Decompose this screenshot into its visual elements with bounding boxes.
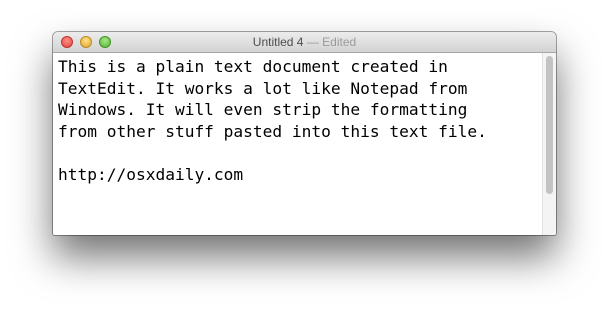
document-text-area[interactable]: This is a plain text document created in… bbox=[53, 53, 542, 235]
document-text[interactable]: This is a plain text document created in… bbox=[58, 56, 538, 185]
document-name: Untitled 4 bbox=[252, 35, 304, 49]
text-line-4: from other stuff pasted into this text f… bbox=[58, 121, 487, 141]
vertical-scrollbar[interactable] bbox=[542, 53, 556, 235]
text-line-5 bbox=[58, 142, 538, 164]
textedit-window: Untitled 4 — Edited This is a plain text… bbox=[53, 32, 556, 235]
url-line: http://osxdaily.com bbox=[58, 164, 244, 184]
text-line-1: This is a plain text document created in bbox=[58, 57, 448, 76]
title-separator: — bbox=[306, 35, 319, 49]
window-title: Untitled 4 — Edited bbox=[53, 35, 556, 50]
title-bar[interactable]: Untitled 4 — Edited bbox=[53, 32, 556, 53]
text-line-3: Windows. It will even strip the formatti… bbox=[58, 100, 468, 119]
edited-status: Edited bbox=[322, 35, 357, 49]
text-line-2: TextEdit. It works a lot like Notepad fr… bbox=[58, 78, 468, 98]
scrollbar-thumb[interactable] bbox=[546, 56, 553, 194]
screenshot: Untitled 4 — Edited This is a plain text… bbox=[0, 0, 610, 310]
